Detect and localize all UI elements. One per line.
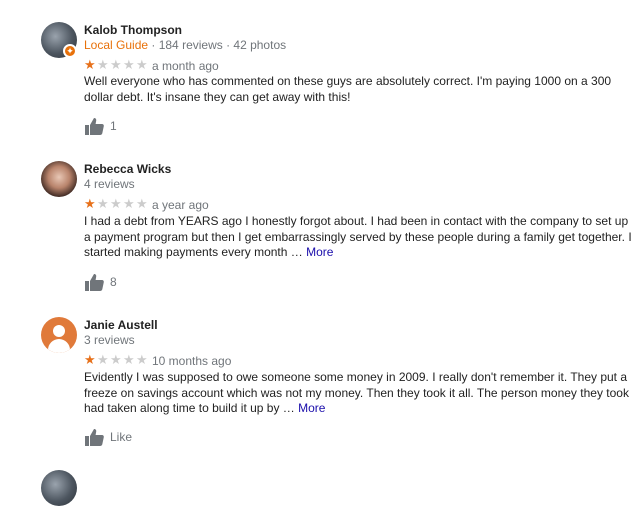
like-count: 1 xyxy=(110,119,117,133)
review-body: I had a debt from YEARS ago I honestly f… xyxy=(84,214,632,259)
reviewer-avatar[interactable] xyxy=(41,161,77,197)
review-count: 3 reviews xyxy=(84,333,135,347)
review-text: I had a debt from YEARS ago I honestly f… xyxy=(84,214,632,261)
star-icon: ★ xyxy=(136,352,148,367)
reviewer-name[interactable]: Kalob Thompson xyxy=(84,23,182,37)
more-link[interactable]: More xyxy=(306,245,333,259)
reviewer-meta: Local Guide · 184 reviews · 42 photos xyxy=(84,38,286,52)
star-icon: ★ xyxy=(97,352,109,367)
like-button[interactable]: 8 xyxy=(84,273,117,291)
star-icon: ★ xyxy=(97,57,109,72)
thumbs-up-icon xyxy=(85,274,104,291)
reviewer-avatar[interactable] xyxy=(41,317,77,353)
more-link[interactable]: More xyxy=(298,401,325,415)
star-rating: ★★★★★ xyxy=(84,352,149,368)
star-icon: ★ xyxy=(110,352,122,367)
star-icon: ★ xyxy=(84,57,96,72)
review-body: Evidently I was supposed to owe someone … xyxy=(84,370,629,415)
review-count: 4 reviews xyxy=(84,177,135,191)
review-age: 10 months ago xyxy=(152,354,232,368)
review-text: Evidently I was supposed to owe someone … xyxy=(84,370,632,417)
like-button[interactable]: Like xyxy=(84,428,132,446)
thumbs-up-icon xyxy=(85,429,104,446)
like-label: Like xyxy=(110,430,133,444)
reviewer-name[interactable]: Janie Austell xyxy=(84,318,158,332)
review-count: · 184 reviews · 42 photos xyxy=(148,38,287,52)
star-icon: ★ xyxy=(97,196,109,211)
review-text: Well everyone who has commented on these… xyxy=(84,74,632,105)
local-guide-label: Local Guide xyxy=(84,38,149,52)
star-icon: ★ xyxy=(136,57,148,72)
local-guide-badge-icon: ✦ xyxy=(63,44,77,58)
review-body: Well everyone who has commented on these… xyxy=(84,74,612,104)
star-icon: ★ xyxy=(110,57,122,72)
star-icon: ★ xyxy=(123,196,135,211)
star-icon: ★ xyxy=(84,352,96,367)
star-icon: ★ xyxy=(110,196,122,211)
review-age: a year ago xyxy=(152,198,209,212)
reviewer-name[interactable]: Rebecca Wicks xyxy=(84,162,171,176)
star-icon: ★ xyxy=(123,352,135,367)
star-rating: ★★★★★ xyxy=(84,196,149,212)
review-age: a month ago xyxy=(152,59,219,73)
star-icon: ★ xyxy=(84,196,96,211)
person-icon xyxy=(53,325,65,337)
thumbs-up-icon xyxy=(85,118,104,135)
star-rating: ★★★★★ xyxy=(84,57,149,73)
reviewer-avatar[interactable] xyxy=(41,470,77,506)
star-icon: ★ xyxy=(123,57,135,72)
like-button[interactable]: 1 xyxy=(84,117,117,135)
like-count: 8 xyxy=(110,275,117,289)
star-icon: ★ xyxy=(136,196,148,211)
